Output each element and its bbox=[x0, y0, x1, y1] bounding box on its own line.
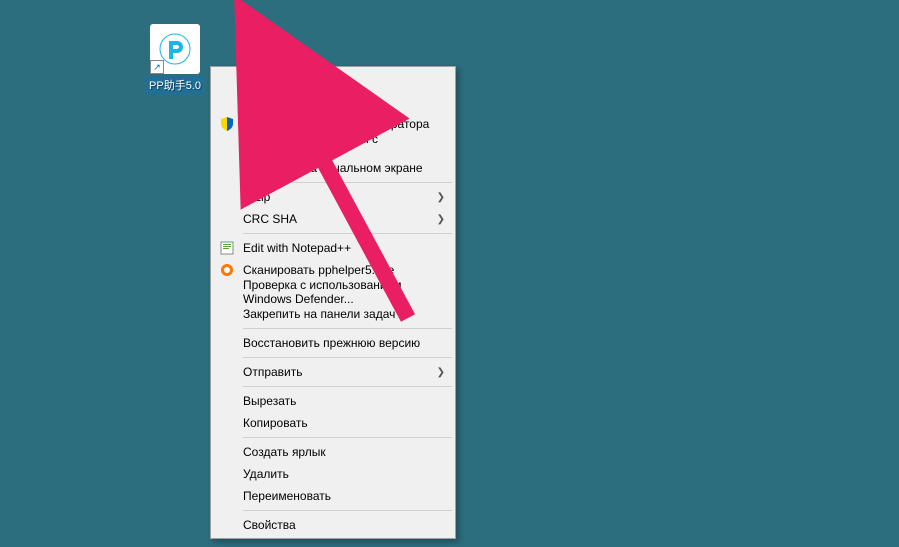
menu-item[interactable]: CRC SHA ❯ bbox=[213, 208, 453, 230]
menu-item-label: Закрепить на панели задач bbox=[243, 307, 395, 321]
menu-separator bbox=[243, 182, 452, 183]
menu-item[interactable]: Открыть bbox=[213, 69, 453, 91]
avast-icon bbox=[219, 262, 235, 278]
chevron-right-icon: ❯ bbox=[437, 192, 445, 203]
menu-item[interactable]: Расположение файла bbox=[213, 91, 453, 113]
app-icon: ↗ bbox=[150, 24, 200, 74]
menu-item[interactable]: Вырезать bbox=[213, 390, 453, 412]
menu-item-label: Свойства bbox=[243, 518, 296, 532]
menu-item-label: CRC SHA bbox=[243, 212, 297, 226]
menu-item[interactable]: Закрепить на начальном экране bbox=[213, 157, 453, 179]
desktop-icon-label: PP助手5.0 bbox=[146, 76, 204, 94]
menu-item-label: Сканировать pphelper5.exe bbox=[243, 263, 394, 277]
desktop-shortcut-icon[interactable]: ↗ PP助手5.0 bbox=[146, 24, 204, 94]
menu-item-label: Создать ярлык bbox=[243, 445, 326, 459]
menu-item-label: Отправить bbox=[243, 365, 303, 379]
menu-item[interactable]: Удалить bbox=[213, 463, 453, 485]
menu-item-label: Закрепить на начальном экране bbox=[243, 161, 423, 175]
menu-item-label: Edit with Notepad++ bbox=[243, 241, 351, 255]
menu-item[interactable]: Копировать bbox=[213, 412, 453, 434]
menu-item[interactable]: Закрепить на панели задач bbox=[213, 303, 453, 325]
menu-item[interactable]: Исправление проблем с совместимостью bbox=[213, 135, 453, 157]
menu-item-label: 7-Zip bbox=[243, 190, 270, 204]
menu-item[interactable]: Отправить ❯ bbox=[213, 361, 453, 383]
menu-item-label: Восстановить прежнюю версию bbox=[243, 336, 420, 350]
menu-item-label: Удалить bbox=[243, 467, 289, 481]
shortcut-overlay-icon: ↗ bbox=[150, 60, 164, 74]
menu-separator bbox=[243, 510, 452, 511]
menu-item[interactable]: Создать ярлык bbox=[213, 441, 453, 463]
menu-separator bbox=[243, 437, 452, 438]
menu-item-label: Вырезать bbox=[243, 394, 296, 408]
menu-item-label: Запуск от имени администратора bbox=[243, 117, 429, 131]
menu-separator bbox=[243, 233, 452, 234]
menu-item[interactable]: Переименовать bbox=[213, 485, 453, 507]
menu-item[interactable]: 7-Zip ❯ bbox=[213, 186, 453, 208]
menu-item-label: Расположение файла bbox=[243, 95, 365, 109]
menu-item-label: Копировать bbox=[243, 416, 308, 430]
menu-item-label: Открыть bbox=[243, 73, 295, 87]
menu-item[interactable]: Восстановить прежнюю версию bbox=[213, 332, 453, 354]
menu-separator bbox=[243, 328, 452, 329]
notepadpp-icon bbox=[219, 240, 235, 256]
menu-item[interactable]: Edit with Notepad++ bbox=[213, 237, 453, 259]
chevron-right-icon: ❯ bbox=[437, 367, 445, 378]
context-menu: Открыть Расположение файла Запуск от имени… bbox=[210, 66, 456, 539]
menu-item-label: Переименовать bbox=[243, 489, 331, 503]
shield-icon bbox=[219, 116, 235, 132]
chevron-right-icon: ❯ bbox=[437, 214, 445, 225]
menu-item-label: Проверка с использованием Windows Defend… bbox=[243, 278, 433, 306]
menu-item[interactable]: Свойства bbox=[213, 514, 453, 536]
menu-separator bbox=[243, 386, 452, 387]
menu-item[interactable]: Проверка с использованием Windows Defend… bbox=[213, 281, 453, 303]
menu-item-label: Исправление проблем с совместимостью bbox=[243, 132, 433, 160]
menu-separator bbox=[243, 357, 452, 358]
